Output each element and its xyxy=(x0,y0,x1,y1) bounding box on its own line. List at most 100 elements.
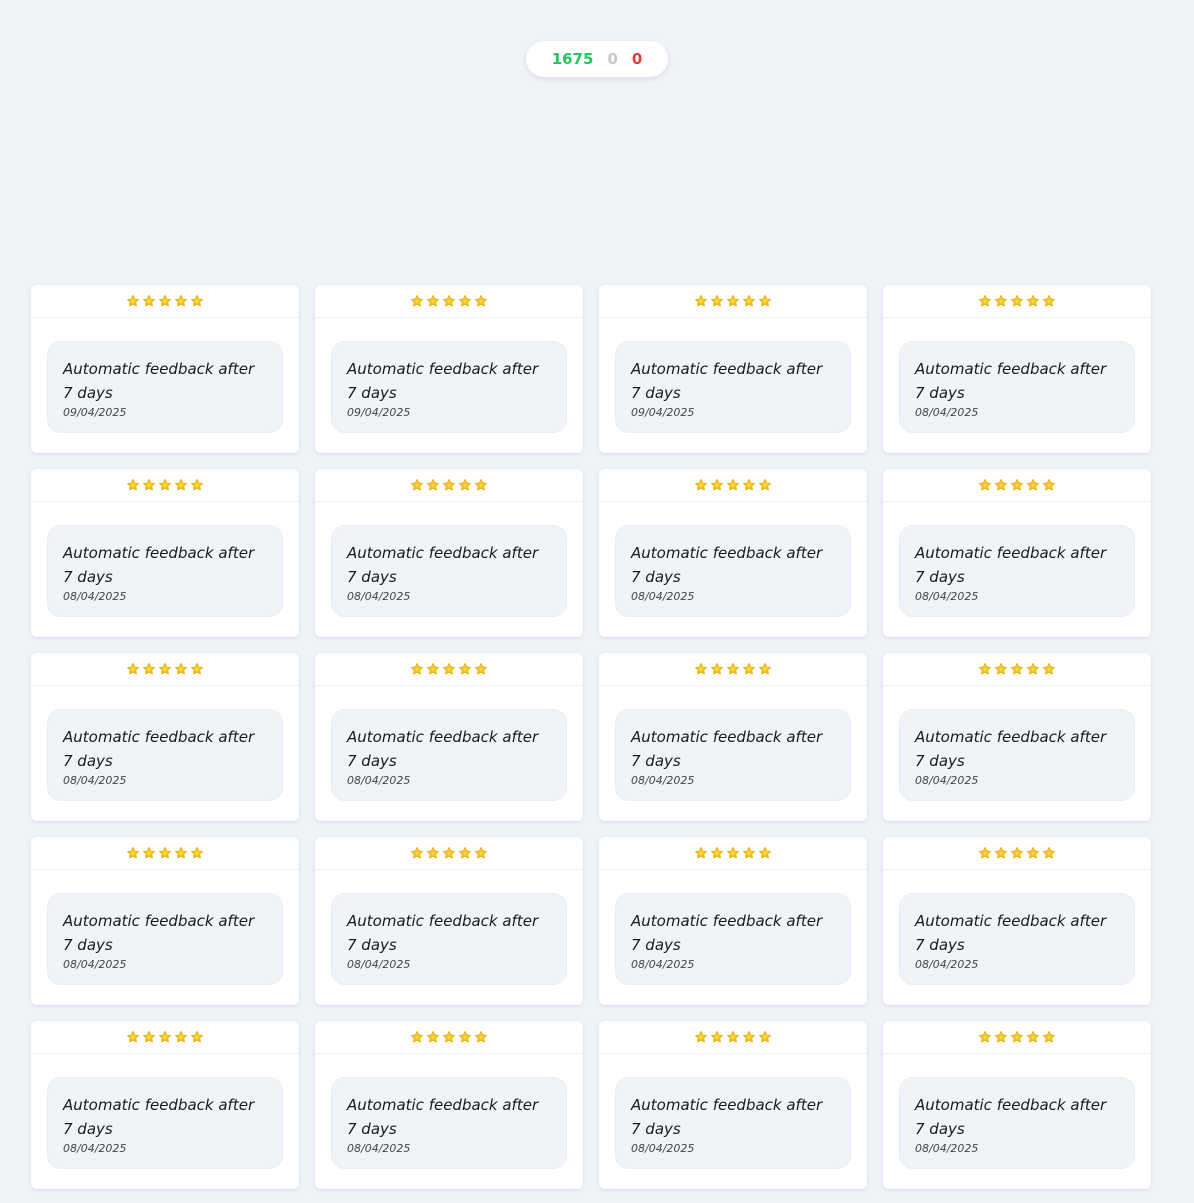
feedback-bubble: Automatic feedback after 7 days 08/04/20… xyxy=(331,1077,567,1169)
feedback-card: Automatic feedback after 7 days 08/04/20… xyxy=(31,837,299,1005)
star-icon xyxy=(174,1030,188,1044)
feedback-date: 08/04/2025 xyxy=(631,774,695,787)
star-icon xyxy=(126,662,140,676)
card-body: Automatic feedback after 7 days 09/04/20… xyxy=(31,318,299,433)
card-body: Automatic feedback after 7 days 08/04/20… xyxy=(883,318,1151,433)
star-icon xyxy=(742,846,756,860)
star-icon xyxy=(1026,478,1040,492)
feedback-text: Automatic feedback after 7 days xyxy=(347,728,539,770)
star-icon xyxy=(710,294,724,308)
card-body: Automatic feedback after 7 days 08/04/20… xyxy=(315,870,583,985)
star-icon xyxy=(758,478,772,492)
feedback-bubble: Automatic feedback after 7 days 08/04/20… xyxy=(899,709,1135,801)
star-icon xyxy=(142,478,156,492)
feedback-text: Automatic feedback after 7 days xyxy=(915,544,1107,586)
star-icon xyxy=(1026,846,1040,860)
feedback-text: Automatic feedback after 7 days xyxy=(63,1096,255,1138)
star-icon xyxy=(426,846,440,860)
feedback-date: 08/04/2025 xyxy=(347,590,411,603)
star-icon xyxy=(174,662,188,676)
feedback-card: Automatic feedback after 7 days 08/04/20… xyxy=(883,837,1151,1005)
feedback-date: 09/04/2025 xyxy=(347,406,411,419)
star-icon xyxy=(174,294,188,308)
star-icon xyxy=(442,846,456,860)
star-icon xyxy=(758,294,772,308)
star-icon xyxy=(1010,846,1024,860)
star-icon xyxy=(410,294,424,308)
star-icon xyxy=(126,478,140,492)
star-icon xyxy=(426,478,440,492)
feedback-card: Automatic feedback after 7 days 08/04/20… xyxy=(883,469,1151,637)
star-icon xyxy=(426,1030,440,1044)
star-rating xyxy=(883,1021,1151,1054)
feedback-text: Automatic feedback after 7 days xyxy=(915,728,1107,770)
feedback-card: Automatic feedback after 7 days 08/04/20… xyxy=(599,653,867,821)
star-icon xyxy=(742,1030,756,1044)
star-icon xyxy=(442,1030,456,1044)
feedback-card: Automatic feedback after 7 days 08/04/20… xyxy=(31,1021,299,1189)
star-rating xyxy=(31,285,299,318)
feedback-bubble: Automatic feedback after 7 days 08/04/20… xyxy=(615,893,851,985)
feedback-text: Automatic feedback after 7 days xyxy=(631,544,823,586)
star-rating xyxy=(883,653,1151,686)
feedback-card: Automatic feedback after 7 days 08/04/20… xyxy=(599,1021,867,1189)
card-body: Automatic feedback after 7 days 08/04/20… xyxy=(883,870,1151,985)
star-icon xyxy=(994,294,1008,308)
feedback-card: Automatic feedback after 7 days 08/04/20… xyxy=(315,1021,583,1189)
star-icon xyxy=(694,1030,708,1044)
feedback-bubble: Automatic feedback after 7 days 08/04/20… xyxy=(899,525,1135,617)
feedback-text: Automatic feedback after 7 days xyxy=(631,728,823,770)
feedback-date: 08/04/2025 xyxy=(915,406,979,419)
star-icon xyxy=(1042,846,1056,860)
star-icon xyxy=(1010,478,1024,492)
feedback-date: 09/04/2025 xyxy=(631,406,695,419)
card-body: Automatic feedback after 7 days 08/04/20… xyxy=(599,502,867,617)
feedback-text: Automatic feedback after 7 days xyxy=(631,1096,823,1138)
feedback-date: 08/04/2025 xyxy=(915,958,979,971)
card-body: Automatic feedback after 7 days 08/04/20… xyxy=(599,686,867,801)
card-body: Automatic feedback after 7 days 08/04/20… xyxy=(599,870,867,985)
feedback-card: Automatic feedback after 7 days 09/04/20… xyxy=(315,285,583,453)
star-icon xyxy=(190,662,204,676)
card-body: Automatic feedback after 7 days 09/04/20… xyxy=(315,318,583,433)
card-body: Automatic feedback after 7 days 08/04/20… xyxy=(31,686,299,801)
star-icon xyxy=(726,1030,740,1044)
star-icon xyxy=(978,846,992,860)
feedback-date: 08/04/2025 xyxy=(631,958,695,971)
feedback-date: 08/04/2025 xyxy=(915,590,979,603)
star-icon xyxy=(158,1030,172,1044)
feedback-date: 08/04/2025 xyxy=(63,774,127,787)
card-body: Automatic feedback after 7 days 08/04/20… xyxy=(599,1054,867,1169)
star-rating xyxy=(315,1021,583,1054)
star-icon xyxy=(142,1030,156,1044)
star-icon xyxy=(158,294,172,308)
star-icon xyxy=(474,294,488,308)
star-icon xyxy=(458,846,472,860)
feedback-card: Automatic feedback after 7 days 08/04/20… xyxy=(599,469,867,637)
star-icon xyxy=(742,294,756,308)
star-icon xyxy=(442,478,456,492)
feedback-bubble: Automatic feedback after 7 days 08/04/20… xyxy=(615,1077,851,1169)
star-icon xyxy=(1026,662,1040,676)
card-body: Automatic feedback after 7 days 08/04/20… xyxy=(315,686,583,801)
star-icon xyxy=(694,662,708,676)
star-icon xyxy=(458,478,472,492)
feedback-card: Automatic feedback after 7 days 08/04/20… xyxy=(883,285,1151,453)
star-icon xyxy=(410,846,424,860)
star-rating xyxy=(31,469,299,502)
card-body: Automatic feedback after 7 days 08/04/20… xyxy=(883,686,1151,801)
feedback-card: Automatic feedback after 7 days 08/04/20… xyxy=(31,653,299,821)
star-icon xyxy=(710,846,724,860)
star-icon xyxy=(142,846,156,860)
star-icon xyxy=(694,294,708,308)
star-icon xyxy=(978,662,992,676)
star-icon xyxy=(142,662,156,676)
star-rating xyxy=(315,285,583,318)
feedback-text: Automatic feedback after 7 days xyxy=(63,728,255,770)
star-icon xyxy=(158,846,172,860)
feedback-bubble: Automatic feedback after 7 days 08/04/20… xyxy=(47,525,283,617)
feedback-grid: Automatic feedback after 7 days 09/04/20… xyxy=(31,285,1151,1189)
feedback-bubble: Automatic feedback after 7 days 09/04/20… xyxy=(47,341,283,433)
star-rating xyxy=(315,469,583,502)
star-rating xyxy=(883,285,1151,318)
